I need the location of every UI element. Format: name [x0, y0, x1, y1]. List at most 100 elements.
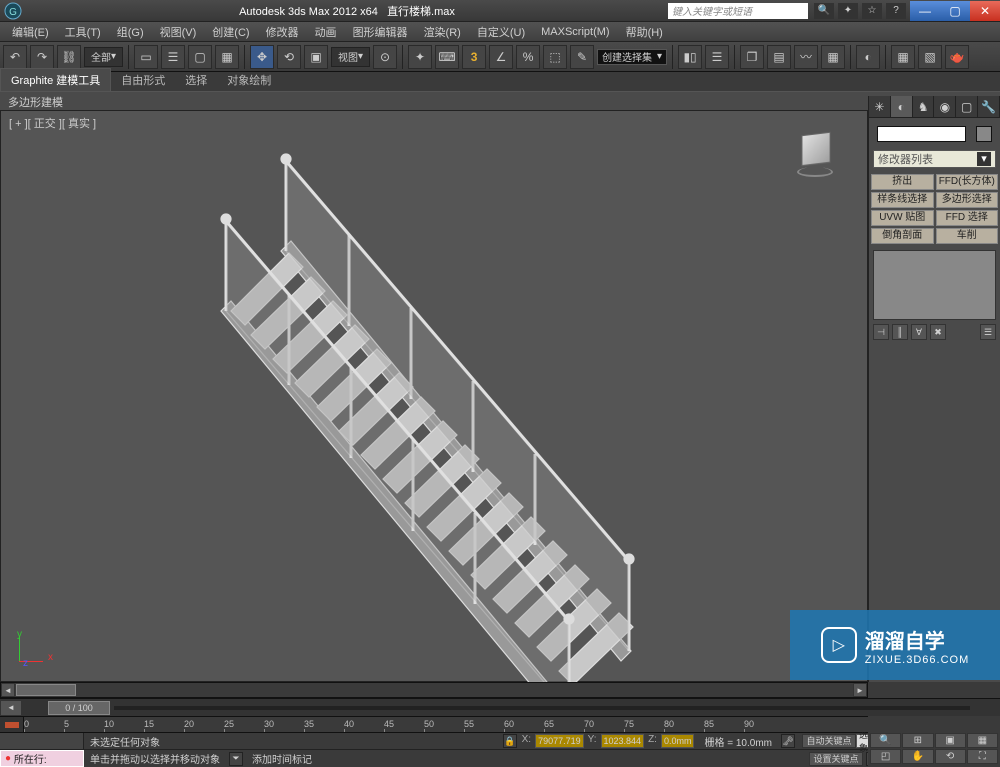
pan-icon[interactable]: ✋: [902, 749, 933, 764]
link-icon[interactable]: ⛓: [57, 45, 81, 69]
percent-snap-icon[interactable]: %: [516, 45, 540, 69]
mod-poly-select[interactable]: 多边形选择: [936, 192, 999, 208]
zoom-extents-all-icon[interactable]: ▦: [967, 733, 998, 748]
orbit-icon[interactable]: ⟲: [935, 749, 966, 764]
help-search[interactable]: 键入关键字或短语: [668, 3, 808, 19]
select-icon[interactable]: ▭: [134, 45, 158, 69]
modifier-stack[interactable]: [873, 250, 996, 320]
keyboard-icon[interactable]: ⌨: [435, 45, 459, 69]
show-end-result-icon[interactable]: ║: [892, 324, 908, 340]
select-region-icon[interactable]: ▢: [188, 45, 212, 69]
mod-bevel-profile[interactable]: 倒角剖面: [871, 228, 934, 244]
horizontal-scrollbar[interactable]: ◄ ►: [0, 682, 868, 698]
scroll-left-icon[interactable]: ◄: [1, 683, 15, 697]
set-key-button[interactable]: 设置关键点: [809, 752, 863, 766]
pin-stack-icon[interactable]: ⊣: [873, 324, 889, 340]
modify-tab-icon[interactable]: ◐: [891, 96, 913, 117]
mod-lathe[interactable]: 车削: [936, 228, 999, 244]
ref-coord[interactable]: 视图 ▾: [331, 47, 370, 67]
object-name-field[interactable]: [877, 126, 966, 142]
add-time-tag[interactable]: 添加时间标记: [246, 751, 318, 766]
remove-modifier-icon[interactable]: ✖: [930, 324, 946, 340]
ruler-ticks[interactable]: 051015202530354045505560657075808590: [24, 717, 1000, 732]
isolate-icon[interactable]: 🗝: [781, 734, 795, 748]
render-frame-icon[interactable]: ▧: [918, 45, 942, 69]
mod-uvw-map[interactable]: UVW 贴图: [871, 210, 934, 226]
scale-icon[interactable]: ▣: [304, 45, 328, 69]
trackbar-toggle[interactable]: [0, 717, 24, 732]
scroll-thumb[interactable]: [16, 684, 76, 696]
z-coord-field[interactable]: 0.0mm: [661, 734, 695, 748]
menu-maxscript[interactable]: MAXScript(M): [533, 26, 617, 38]
menu-modifiers[interactable]: 修改器: [258, 24, 307, 40]
display-tab-icon[interactable]: ▢: [956, 96, 978, 117]
object-color-swatch[interactable]: [976, 126, 992, 142]
viewcube[interactable]: [791, 129, 841, 179]
configure-modifier-icon[interactable]: ☰: [980, 324, 996, 340]
tab-selection[interactable]: 选择: [175, 69, 217, 91]
minimize-button[interactable]: —: [910, 1, 940, 21]
menu-rendering[interactable]: 渲染(R): [416, 24, 469, 40]
utilities-tab-icon[interactable]: 🔧: [978, 96, 1000, 117]
menu-customize[interactable]: 自定义(U): [469, 24, 533, 40]
make-unique-icon[interactable]: ∀: [911, 324, 927, 340]
timeslider-left-icon[interactable]: ◄: [0, 700, 22, 716]
app-icon[interactable]: G: [0, 1, 26, 21]
layers-icon[interactable]: ❐: [740, 45, 764, 69]
time-tag-icon[interactable]: ⏷: [229, 752, 243, 766]
mod-spline-select[interactable]: 样条线选择: [871, 192, 934, 208]
time-track[interactable]: [114, 706, 970, 710]
graphite-icon[interactable]: ▤: [767, 45, 791, 69]
x-coord-field[interactable]: 79077.719: [535, 734, 584, 748]
ribbon-panel-label[interactable]: 多边形建模: [0, 92, 1000, 110]
schematic-icon[interactable]: ▦: [821, 45, 845, 69]
scroll-right-icon[interactable]: ►: [853, 683, 867, 697]
menu-group[interactable]: 组(G): [109, 24, 152, 40]
menu-animation[interactable]: 动画: [307, 24, 345, 40]
motion-tab-icon[interactable]: ◉: [934, 96, 956, 117]
menu-tools[interactable]: 工具(T): [57, 24, 109, 40]
edit-named-sel-icon[interactable]: ✎: [570, 45, 594, 69]
tab-objectpaint[interactable]: 对象绘制: [217, 69, 281, 91]
modifier-list-dropdown[interactable]: 修改器列表▾: [873, 150, 996, 168]
pivot-icon[interactable]: ⊙: [373, 45, 397, 69]
mod-ffd-box[interactable]: FFD(长方体): [936, 174, 999, 190]
menu-views[interactable]: 视图(V): [152, 24, 205, 40]
rotate-icon[interactable]: ⟲: [277, 45, 301, 69]
script-listener-mini[interactable]: [0, 733, 84, 749]
select-name-icon[interactable]: ☰: [161, 45, 185, 69]
maximize-button[interactable]: ▢: [940, 1, 970, 21]
maximize-viewport-icon[interactable]: ⛶: [967, 749, 998, 764]
tab-freeform[interactable]: 自由形式: [111, 69, 175, 91]
close-button[interactable]: ✕: [970, 1, 1000, 21]
menu-grapheditors[interactable]: 图形编辑器: [345, 24, 416, 40]
hierarchy-tab-icon[interactable]: ♞: [913, 96, 935, 117]
angle-snap-icon[interactable]: ∠: [489, 45, 513, 69]
zoom-extents-icon[interactable]: ▣: [935, 733, 966, 748]
zoom-all-icon[interactable]: ⊞: [902, 733, 933, 748]
exchange-icon[interactable]: ☆: [862, 3, 882, 19]
window-crossing-icon[interactable]: ▦: [215, 45, 239, 69]
material-editor-icon[interactable]: ◐: [856, 45, 880, 69]
render-icon[interactable]: 🫖: [945, 45, 969, 69]
mod-extrude[interactable]: 挤出: [871, 174, 934, 190]
create-tab-icon[interactable]: ✳: [869, 96, 891, 117]
mod-ffd-select[interactable]: FFD 选择: [936, 210, 999, 226]
snap-icon[interactable]: 3: [462, 45, 486, 69]
lock-selection-icon[interactable]: 🔒: [503, 734, 517, 748]
time-slider[interactable]: 0 / 100: [48, 701, 110, 715]
redo-icon[interactable]: ↷: [30, 45, 54, 69]
manipulate-icon[interactable]: ✦: [408, 45, 432, 69]
viewport-label[interactable]: [ + ][ 正交 ][ 真实 ]: [9, 115, 96, 131]
viewport[interactable]: [ + ][ 正交 ][ 真实 ]: [0, 110, 868, 682]
undo-icon[interactable]: ↶: [3, 45, 27, 69]
tab-graphite[interactable]: Graphite 建模工具: [0, 68, 111, 91]
move-icon[interactable]: ✥: [250, 45, 274, 69]
menu-help[interactable]: 帮助(H): [618, 24, 671, 40]
spinner-snap-icon[interactable]: ⬚: [543, 45, 567, 69]
subscription-icon[interactable]: ✦: [838, 3, 858, 19]
zoom-icon[interactable]: 🔍: [870, 733, 901, 748]
curve-editor-icon[interactable]: 〰: [794, 45, 818, 69]
auto-key-button[interactable]: 自动关键点: [802, 734, 856, 748]
menu-create[interactable]: 创建(C): [204, 24, 257, 40]
